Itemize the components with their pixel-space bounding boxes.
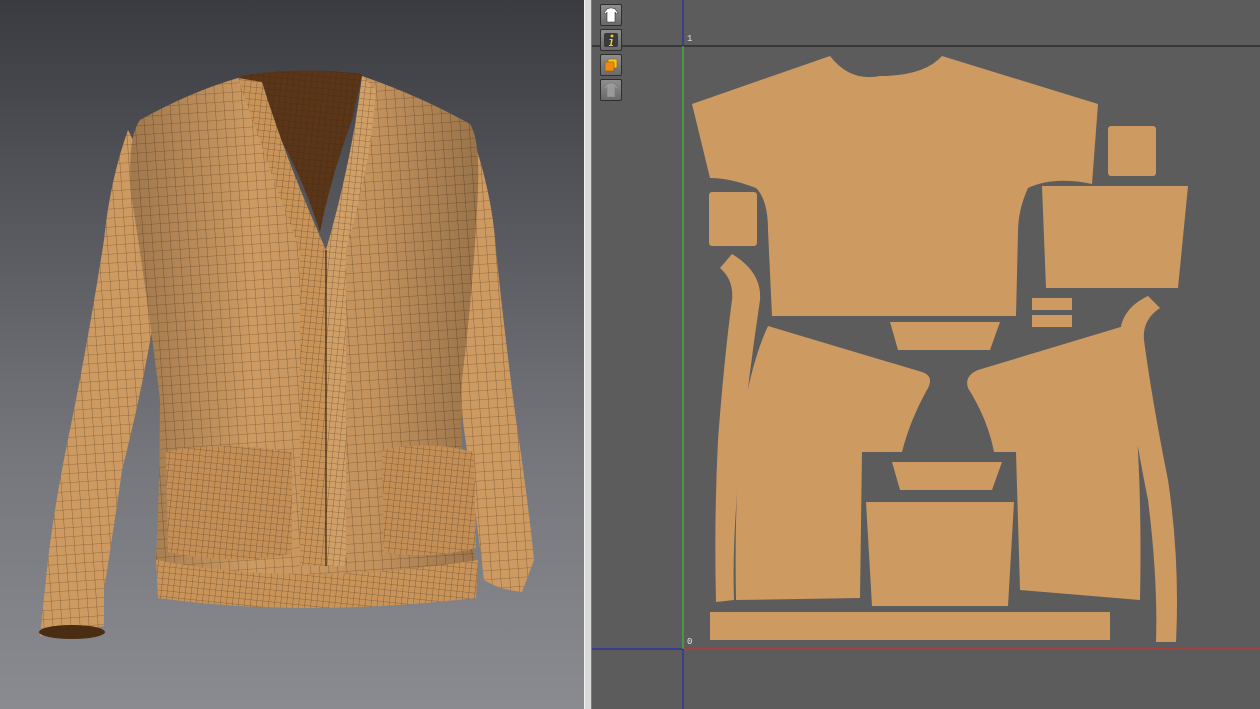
garment-view-icon [603, 7, 619, 23]
uv-island-patch-small-top[interactable] [1108, 126, 1156, 176]
uv-island-pocket-center[interactable] [866, 502, 1014, 606]
fabric-color-button[interactable] [600, 54, 622, 76]
garment-view-button[interactable] [600, 4, 622, 26]
garment-3d-render [39, 70, 534, 639]
uv-axis-label-top: 1 [687, 34, 693, 44]
uv-island-tab-b[interactable] [1032, 315, 1072, 327]
uv-axis-label-origin: 0 [687, 637, 693, 647]
garment-disabled-icon [603, 82, 619, 98]
panel-splitter[interactable] [584, 0, 592, 709]
info-icon [604, 33, 618, 47]
uv-island-tab-a[interactable] [1032, 298, 1072, 310]
uv-canvas[interactable] [592, 0, 1260, 709]
uv-editor-panel[interactable]: 1 0 [592, 0, 1260, 709]
uv-island-collar-top[interactable] [890, 322, 1000, 350]
uv-island-waistband[interactable] [710, 612, 1110, 640]
uv-toolbar [600, 4, 622, 104]
3d-viewport[interactable] [0, 0, 584, 709]
garment-disabled-button[interactable] [600, 79, 622, 101]
info-button[interactable] [600, 29, 622, 51]
uv-island-collar-bottom[interactable] [892, 462, 1002, 490]
uv-island-pocket-right[interactable] [1042, 186, 1188, 288]
uv-island-patch-left[interactable] [709, 192, 757, 246]
fabric-color-icon [604, 58, 618, 72]
